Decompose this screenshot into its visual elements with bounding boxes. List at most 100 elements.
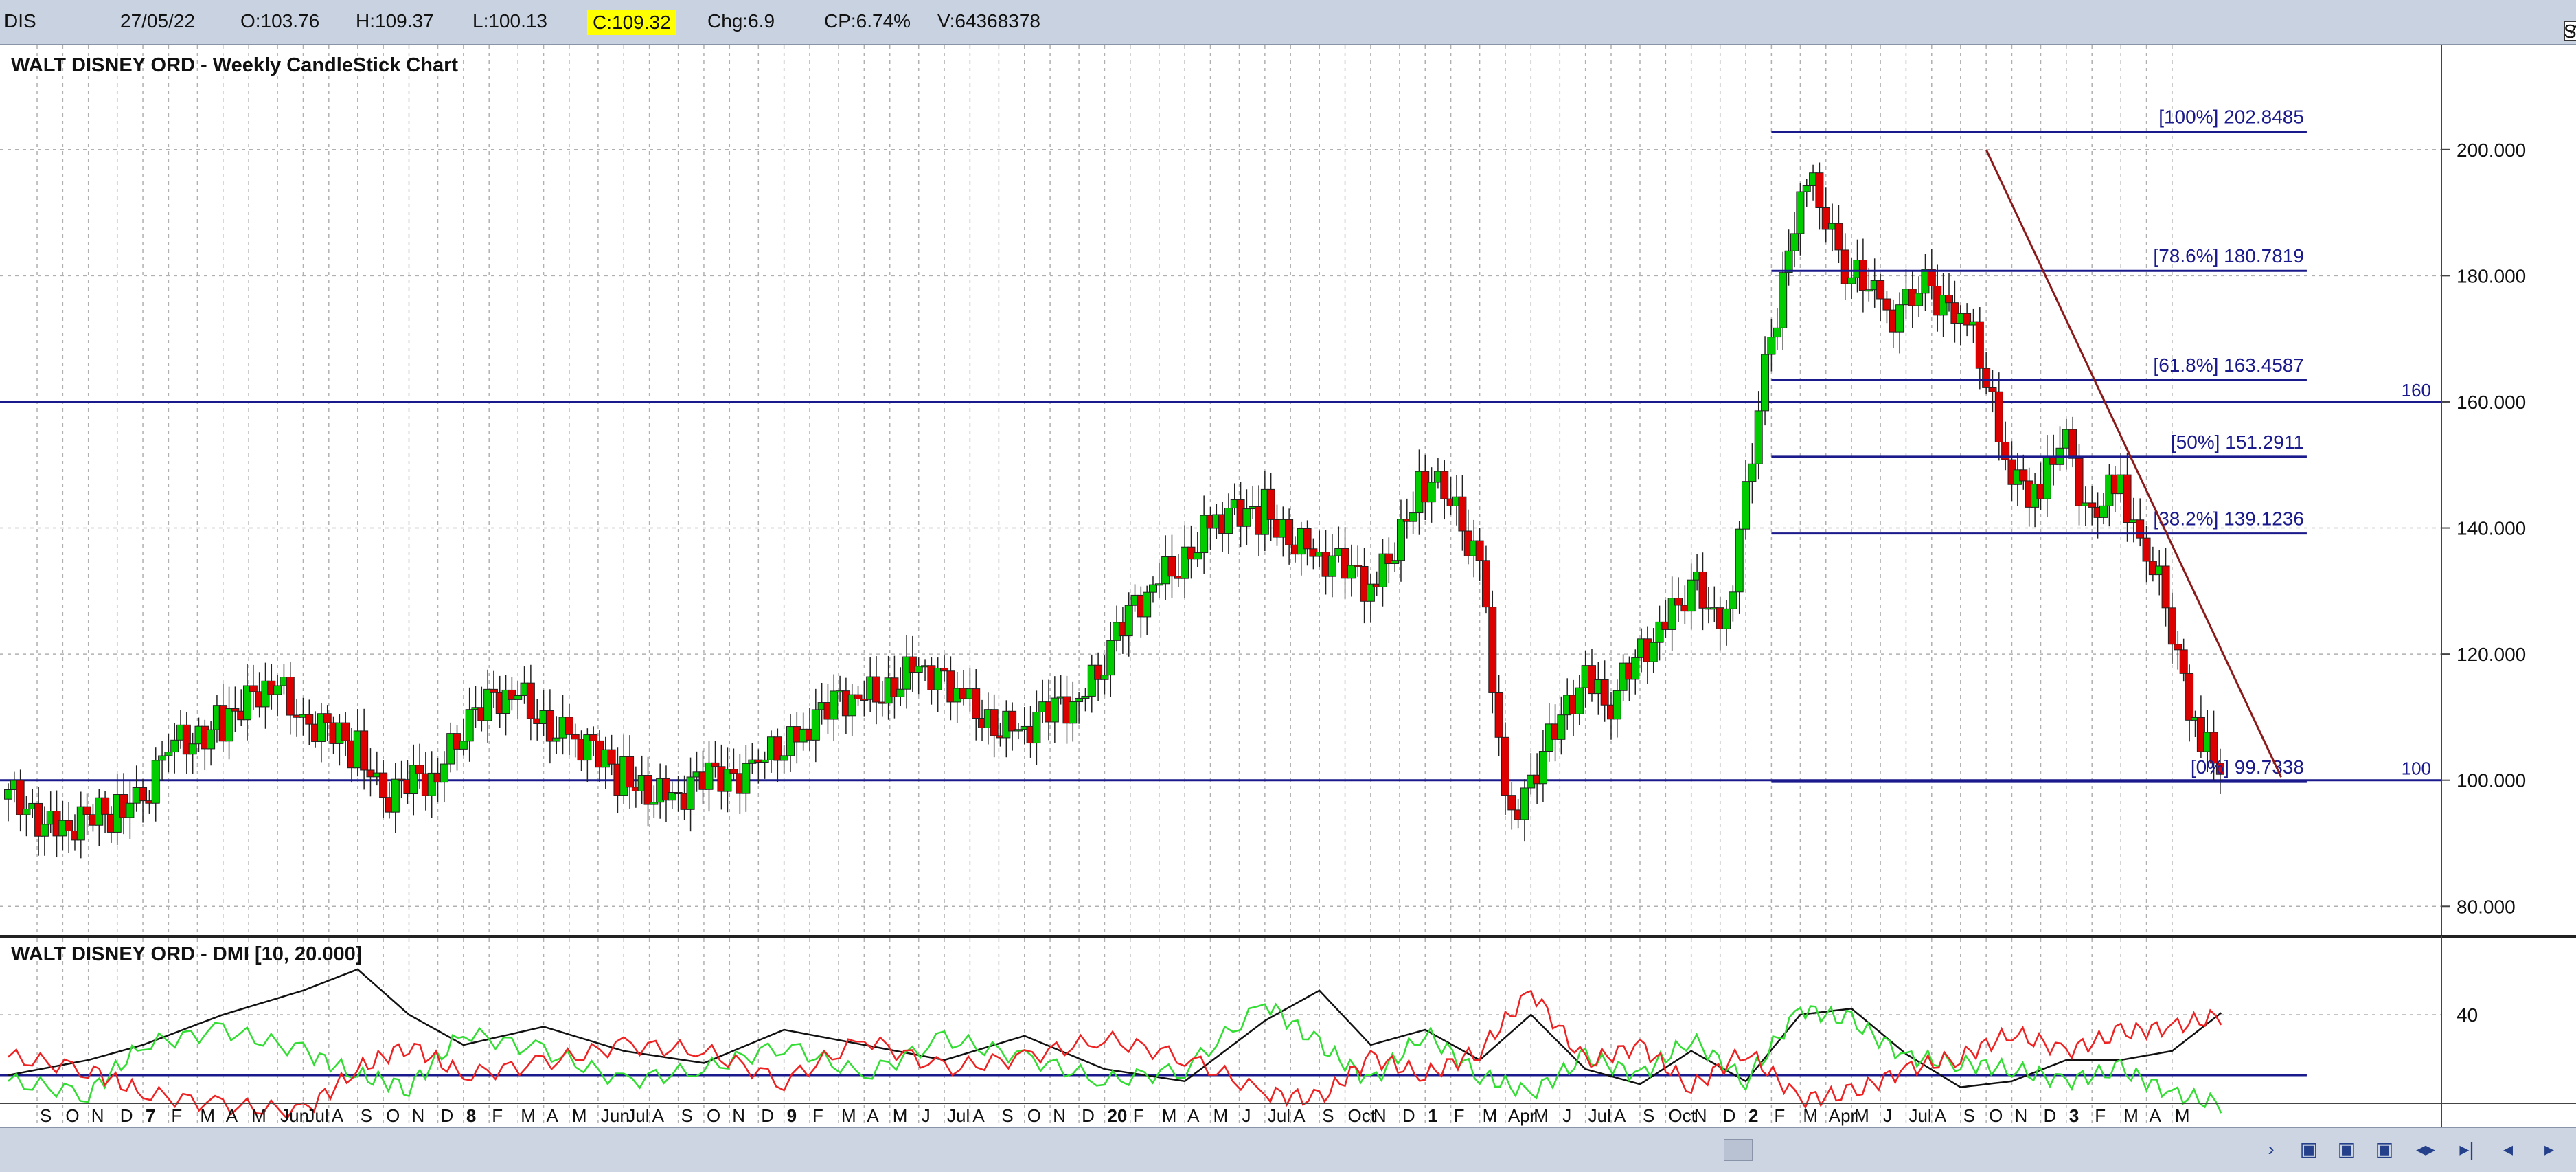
candle-body	[2142, 537, 2151, 562]
candle-body	[729, 769, 738, 774]
first-page-icon[interactable]: ◂▸	[2414, 1138, 2437, 1161]
scroll-thumb[interactable]	[1724, 1139, 1753, 1161]
candle-body	[1396, 519, 1405, 561]
candle-body	[1032, 711, 1041, 744]
time-tick-label: S	[1643, 1105, 1654, 1126]
close-label: C:109.32	[587, 10, 676, 35]
fib-level-label: [38.2%] 139.1236	[2153, 508, 2304, 530]
price-tick-label: 80.000	[2457, 896, 2516, 917]
candle-body	[1631, 657, 1640, 680]
candle-body	[1507, 795, 1516, 811]
candle-body	[1409, 512, 1417, 522]
candle-body	[589, 734, 598, 741]
candle-body	[1303, 528, 1312, 550]
candle-body	[1790, 233, 1799, 251]
candle-body	[514, 695, 523, 700]
candle-body	[1557, 714, 1566, 740]
fib-level-label: [50%] 151.2911	[2171, 431, 2304, 453]
candle-body	[1802, 185, 1811, 192]
zoom-out-icon[interactable]: ▣	[2335, 1138, 2358, 1161]
time-tick-label: D	[2044, 1105, 2057, 1126]
candle-body	[2185, 673, 2194, 721]
next-icon[interactable]: ▸	[2538, 1138, 2561, 1161]
time-tick-label: Jun	[601, 1105, 630, 1126]
time-tick-label: 8	[466, 1105, 476, 1126]
time-tick-label: N	[2014, 1105, 2027, 1126]
candle-body	[101, 797, 110, 815]
candle-body	[2075, 458, 2084, 506]
time-tick-label: A	[867, 1105, 879, 1126]
candle-body	[249, 685, 258, 692]
candle-body	[465, 709, 474, 742]
candle-body	[1649, 642, 1658, 662]
candle-body	[1069, 701, 1078, 724]
zoom-in-icon[interactable]: ▣	[2297, 1138, 2321, 1161]
candle-body	[565, 717, 573, 735]
candle-body	[1767, 337, 1776, 355]
candle-body	[1982, 368, 1991, 388]
time-tick-label: Oct	[1668, 1105, 1696, 1126]
candle-body	[391, 778, 400, 813]
low-label: L:100.13	[472, 10, 547, 32]
candle-body	[1481, 560, 1490, 608]
candle-body	[1600, 679, 1609, 706]
scroll-right-icon[interactable]: ›	[2259, 1138, 2283, 1161]
time-tick-label: Apr	[1829, 1105, 1857, 1126]
candle-body	[552, 737, 561, 742]
time-tick-label: N	[1053, 1105, 1066, 1126]
time-tick-label: Jul	[947, 1105, 970, 1126]
time-tick-label: M	[572, 1105, 587, 1126]
time-tick-label: D	[761, 1105, 774, 1126]
candle-body	[489, 688, 498, 693]
chart-area[interactable]: 160 100 [100%] 202.8485 [78.6%] 180.7819 [6…	[0, 45, 2576, 1127]
time-tick-label: N	[732, 1105, 745, 1126]
time-tick-label: M	[1854, 1105, 1869, 1126]
fib-level-label: [78.6%] 180.7819	[2153, 245, 2304, 267]
scroll-bar[interactable]: › ▣ ▣ ▣ ◂▸ ▸| ◂ ▸	[0, 1127, 2576, 1172]
candle-body	[2088, 502, 2097, 508]
time-tick-label: D	[120, 1105, 133, 1126]
candle-body	[1458, 496, 1467, 532]
candle-body	[1347, 565, 1356, 579]
time-tick-label: A	[1935, 1105, 1947, 1126]
time-tick-label: M	[200, 1105, 215, 1126]
candle-body	[139, 787, 148, 802]
time-tick-label: N	[1374, 1105, 1387, 1126]
candle-body	[1167, 556, 1176, 577]
candle-body	[440, 763, 448, 783]
candle-body	[607, 749, 616, 765]
candle-body	[1748, 463, 1757, 482]
time-tick-label: A	[226, 1105, 238, 1126]
volume-label: V:64368378	[937, 10, 1040, 32]
candle-body	[323, 713, 332, 723]
time-tick-label: F	[812, 1105, 823, 1126]
candle-body	[1475, 540, 1484, 561]
candle-body	[126, 802, 135, 818]
time-tick-label: F	[2095, 1105, 2106, 1126]
time-tick-label: Jul	[1268, 1105, 1290, 1126]
price-tick-label: 100.000	[2457, 770, 2526, 791]
candle-body	[1847, 277, 1856, 284]
candle-body	[1882, 298, 1891, 311]
candle-body	[686, 776, 695, 810]
candle-body	[65, 820, 73, 832]
time-tick-label: S	[40, 1105, 52, 1126]
prev-icon[interactable]: ◂	[2496, 1138, 2520, 1161]
candle-body	[341, 722, 350, 741]
candle-body	[1722, 608, 1731, 629]
reset-icon[interactable]: ▣	[2373, 1138, 2396, 1161]
last-page-icon[interactable]: ▸|	[2455, 1138, 2478, 1161]
candle-body	[273, 685, 282, 695]
candle-body	[305, 714, 314, 725]
candle-body	[1538, 751, 1547, 785]
time-tick-label: O	[1989, 1105, 2003, 1126]
candle-body	[1779, 272, 1788, 328]
candle-body	[459, 741, 468, 750]
candle-body	[40, 824, 49, 837]
candle-body	[854, 694, 863, 699]
time-tick-label: N	[91, 1105, 104, 1126]
time-tick-label: A	[547, 1105, 559, 1126]
candle-body	[896, 688, 905, 697]
candle-body	[1575, 687, 1584, 714]
time-tick-label: O	[707, 1105, 720, 1126]
